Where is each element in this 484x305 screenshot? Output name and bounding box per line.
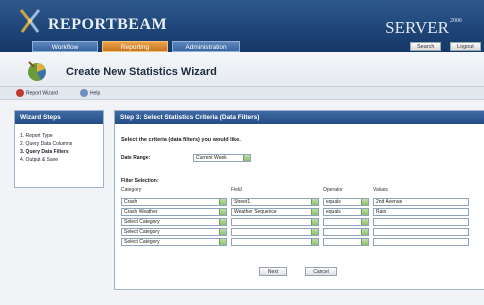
chevron-down-icon (311, 239, 318, 245)
report-wizard-label: Report Wizard (26, 90, 58, 97)
reportbeam-logo-icon (19, 9, 41, 33)
operator-value: equals (326, 209, 341, 215)
brand-name: REPORTBEAM (48, 16, 168, 33)
field-select[interactable]: Weather Sequence (231, 208, 319, 216)
operator-select[interactable] (323, 218, 369, 226)
chevron-down-icon (219, 239, 226, 245)
value-input[interactable] (373, 238, 469, 246)
values-column-header: Values (373, 187, 388, 193)
category-value: Select Category (124, 229, 160, 235)
operator-select[interactable] (323, 228, 369, 236)
value-input[interactable]: Rain (373, 208, 469, 216)
criteria-panel: Step 3: Select Statistics Criteria (Data… (114, 110, 484, 290)
chevron-down-icon (361, 199, 368, 205)
category-value: Crash (124, 199, 138, 205)
category-select[interactable]: Select Category (121, 218, 227, 226)
category-select[interactable]: Select Category (121, 238, 227, 246)
instruction-text: Select the criteria (data filters) you w… (121, 137, 241, 143)
field-select[interactable]: Street1 (231, 198, 319, 206)
chevron-down-icon (361, 209, 368, 215)
chevron-down-icon (311, 229, 318, 235)
wizard-step[interactable]: 1. Report Type (15, 132, 103, 140)
operator-select[interactable]: equals (323, 208, 369, 216)
value-input[interactable] (373, 228, 469, 236)
logout-button[interactable]: Logout (450, 42, 481, 51)
date-range-label: Date Range: (121, 155, 151, 161)
page-title: Create New Statistics Wizard (66, 66, 217, 78)
value-input[interactable] (373, 218, 469, 226)
server-year: 2006 (450, 18, 462, 24)
operator-column-header: Operator (323, 187, 343, 193)
filter-selection-label: Filter Selection: (121, 178, 159, 184)
chevron-down-icon (361, 219, 368, 225)
date-range-select[interactable]: Current Week (193, 154, 251, 162)
report-wizard-link[interactable]: Report Wizard (16, 89, 58, 97)
field-select[interactable] (231, 238, 319, 246)
next-button[interactable]: Next (259, 267, 287, 276)
chevron-down-icon (219, 209, 226, 215)
field-value: Street1 (234, 199, 251, 205)
tab-administration[interactable]: Administration (172, 41, 240, 52)
chevron-down-icon (361, 229, 368, 235)
date-range-value: Current Week (196, 155, 227, 161)
help-label: Help (90, 90, 101, 97)
wizard-step[interactable]: 2. Query Data Columns (15, 140, 103, 148)
tab-workflow[interactable]: Workflow (32, 41, 98, 52)
category-value: Select Category (124, 219, 160, 225)
category-select[interactable]: Crash (121, 198, 227, 206)
chevron-down-icon (361, 239, 368, 245)
statistics-wizard-icon (28, 61, 46, 81)
category-select[interactable]: Crash Weather (121, 208, 227, 216)
field-select[interactable] (231, 218, 319, 226)
chevron-down-icon (311, 219, 318, 225)
operator-value: equals (326, 199, 341, 205)
report-wizard-icon (16, 89, 24, 97)
category-select[interactable]: Select Category (121, 228, 227, 236)
category-value: Select Category (124, 239, 160, 245)
field-value: Weather Sequence (234, 209, 277, 215)
field-select[interactable] (231, 228, 319, 236)
operator-select[interactable]: equals (323, 198, 369, 206)
chevron-down-icon (311, 199, 318, 205)
field-column-header: Field (231, 187, 242, 193)
chevron-down-icon (219, 229, 226, 235)
server-edition: SERVER2006 (385, 18, 462, 38)
chevron-down-icon (219, 199, 226, 205)
help-icon (80, 89, 88, 97)
help-link[interactable]: Help (80, 89, 100, 97)
category-value: Crash Weather (124, 209, 158, 215)
chevron-down-icon (311, 209, 318, 215)
chevron-down-icon (219, 219, 226, 225)
chevron-down-icon (243, 155, 250, 161)
wizard-step[interactable]: 4. Output & Save (15, 156, 103, 164)
tab-reporting[interactable]: Reporting (102, 41, 168, 52)
search-button[interactable]: Search (410, 42, 442, 51)
toolbar (0, 86, 484, 100)
value-input[interactable]: 2nd Avenue (373, 198, 469, 206)
wizard-steps-panel: Wizard Steps 1. Report Type 2. Query Dat… (14, 110, 104, 188)
step-title: Step 3: Select Statistics Criteria (Data… (115, 111, 484, 124)
category-column-header: Category (121, 187, 142, 193)
operator-select[interactable] (323, 238, 369, 246)
server-label: SERVER (385, 18, 449, 37)
wizard-step-current[interactable]: 3. Query Data Filters (15, 148, 103, 156)
wizard-steps-title: Wizard Steps (15, 111, 103, 124)
cancel-button[interactable]: Cancel (305, 267, 337, 276)
